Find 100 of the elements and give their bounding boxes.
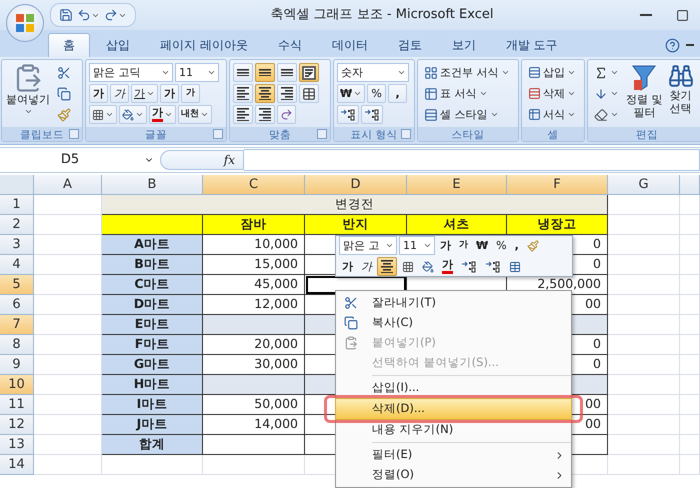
center-align-button[interactable] <box>377 257 397 276</box>
orientation-button[interactable] <box>277 105 296 124</box>
dropdown-icon <box>397 68 406 77</box>
center-align-button[interactable] <box>255 84 275 103</box>
grid-cell <box>680 255 700 275</box>
shrink-font-button[interactable]: 가 <box>181 84 200 103</box>
menu-item[interactable]: 필터(E) <box>336 445 571 465</box>
row-header[interactable]: 14 <box>0 455 34 475</box>
row-header[interactable]: 12 <box>0 415 34 435</box>
decrease-indent-button[interactable] <box>233 105 253 124</box>
middle-align-button[interactable] <box>255 63 275 82</box>
percent-button[interactable]: % <box>367 84 386 103</box>
ribbon-tab[interactable]: 보기 <box>438 33 490 57</box>
left-align-button[interactable] <box>233 84 253 103</box>
undo-button[interactable] <box>77 8 100 22</box>
ribbon-tab[interactable]: 페이지 레이아웃 <box>146 33 262 57</box>
underline-button[interactable]: 가 <box>131 84 158 103</box>
wrap-text-button[interactable] <box>299 63 319 82</box>
font-color-button[interactable]: 가 <box>439 257 456 276</box>
dropdown-icon <box>610 68 619 77</box>
column-header[interactable]: E <box>407 175 507 195</box>
row-header[interactable]: 4 <box>0 255 34 275</box>
row-header[interactable]: 9 <box>0 355 34 375</box>
eraser-icon <box>594 108 608 122</box>
ribbon-tab[interactable]: 수식 <box>264 33 316 57</box>
italic-button[interactable]: 가 <box>110 84 129 103</box>
cells-menu-button[interactable]: 삭제 <box>525 84 579 103</box>
column-header[interactable]: F <box>507 175 608 195</box>
ribbon-tab[interactable]: 홈 <box>48 33 90 57</box>
column-header[interactable]: C <box>203 175 305 195</box>
row-header[interactable]: 11 <box>0 395 34 415</box>
row-header[interactable]: 13 <box>0 435 34 455</box>
save-button[interactable] <box>59 8 73 22</box>
bottom-align-button[interactable] <box>277 63 297 82</box>
column-heading: 셔츠 <box>407 215 507 235</box>
italic-button[interactable]: 가 <box>358 257 375 276</box>
currency-button[interactable]: ₩ <box>473 236 492 255</box>
comma-button[interactable]: , <box>512 236 522 255</box>
dropdown-icon <box>500 68 510 77</box>
sort-filter-button[interactable]: 정렬 및 필터 <box>625 63 664 120</box>
column-header[interactable]: D <box>305 175 407 195</box>
number-format-field[interactable]: 숫자 <box>337 63 409 82</box>
right-align-button[interactable] <box>277 84 297 103</box>
increase-decimal-button[interactable] <box>337 105 359 124</box>
align-icon <box>280 86 294 100</box>
paste-button[interactable]: 붙여넣기 <box>5 63 51 116</box>
font-name-field[interactable]: 맑은 고 <box>339 236 397 255</box>
ribbon-tab[interactable]: 검토 <box>384 33 436 57</box>
row-header[interactable]: 5 <box>0 275 34 295</box>
align-icon <box>258 86 272 100</box>
shrink-font-button[interactable]: 가 <box>456 236 471 255</box>
font-size-field[interactable]: 11 <box>175 63 219 82</box>
menu-item[interactable]: 삽입(I)... <box>336 378 571 398</box>
menu-item[interactable]: 삭제(D)... <box>335 398 572 420</box>
bold-button[interactable]: 가 <box>339 257 356 276</box>
ribbon-tab[interactable]: 삽입 <box>92 33 144 57</box>
grid-cell <box>680 435 700 455</box>
style-menu-button[interactable]: 표 서식 <box>421 84 512 103</box>
menu-item[interactable]: 정렬(O) <box>336 465 571 485</box>
top-align-button[interactable] <box>233 63 253 82</box>
cells-menu-button[interactable]: 삽입 <box>525 63 579 82</box>
column-header[interactable]: B <box>102 175 203 195</box>
redo-button[interactable] <box>104 8 127 22</box>
font-color-button[interactable]: 가 <box>149 105 176 124</box>
menu-item[interactable]: 복사(C) <box>336 313 571 333</box>
decrease-decimal-button[interactable] <box>361 105 383 124</box>
column-header[interactable]: A <box>34 175 102 195</box>
font-size-field[interactable]: 11 <box>399 236 435 255</box>
paintbrush-icon <box>526 240 539 252</box>
row-header[interactable]: 6 <box>0 295 34 315</box>
grow-font-button[interactable]: 가 <box>437 236 454 255</box>
row-header[interactable]: 8 <box>0 335 34 355</box>
row-header[interactable]: 2 <box>0 215 34 235</box>
comma-button[interactable]: , <box>388 84 408 103</box>
grow-font-button[interactable]: 가 <box>160 84 179 103</box>
font-name-field[interactable]: 맑은 고딕 <box>89 63 173 82</box>
minimize-ribbon-icon <box>686 44 694 46</box>
row-header[interactable]: 7 <box>0 315 34 335</box>
style-menu-button[interactable]: 조건부 서식 <box>421 63 512 82</box>
insert-function-button[interactable]: fx <box>160 150 244 170</box>
border-button[interactable] <box>89 105 117 124</box>
row-header[interactable]: 1 <box>0 195 34 215</box>
bold-button[interactable]: 가 <box>89 84 108 103</box>
name-box[interactable]: D5 <box>0 150 160 170</box>
grid-cell <box>608 335 680 355</box>
fill-color-button[interactable] <box>119 105 147 124</box>
merge-button[interactable] <box>299 84 319 103</box>
find-select-button[interactable]: 찾기 선택 <box>666 63 694 116</box>
formula-input-field[interactable] <box>244 149 700 171</box>
cells-menu-button[interactable]: 서식 <box>525 105 579 124</box>
increase-indent-button[interactable] <box>255 105 275 124</box>
ribbon-tab[interactable]: 개발 도구 <box>492 33 572 57</box>
column-header[interactable]: G <box>608 175 680 195</box>
currency-button[interactable]: ₩ <box>337 84 366 103</box>
row-header[interactable]: 10 <box>0 375 34 395</box>
percent-button[interactable]: % <box>493 236 510 255</box>
row-header[interactable]: 3 <box>0 235 34 255</box>
phonetic-button[interactable]: 내천 <box>178 105 212 124</box>
style-menu-button[interactable]: 셀 스타일 <box>421 105 512 124</box>
ribbon-tab[interactable]: 데이터 <box>318 33 382 57</box>
